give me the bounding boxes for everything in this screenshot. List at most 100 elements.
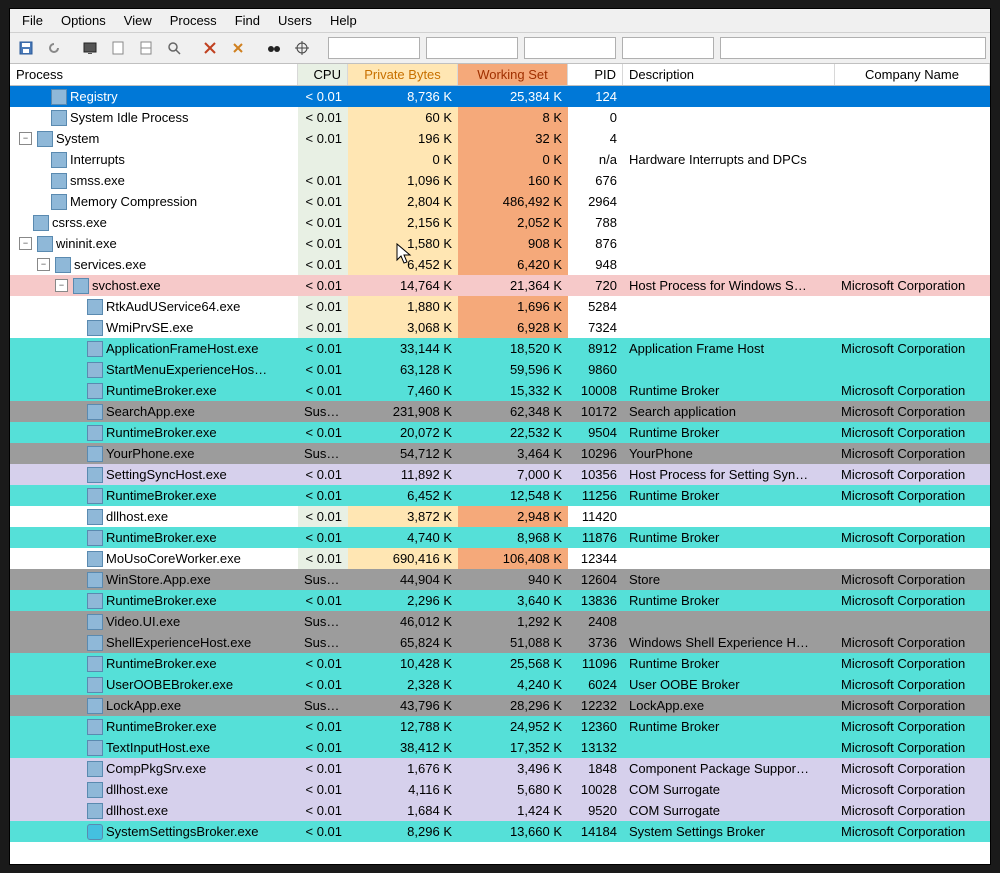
header-description[interactable]: Description [623, 64, 835, 85]
process-row[interactable]: WmiPrvSE.exe< 0.013,068 K6,928 K7324 [10, 317, 990, 338]
process-name-cell[interactable]: MoUsoCoreWorker.exe [10, 548, 298, 569]
process-row[interactable]: SearchApp.exeSusp…231,908 K62,348 K10172… [10, 401, 990, 422]
process-name-cell[interactable]: −wininit.exe [10, 233, 298, 254]
menu-file[interactable]: File [14, 11, 51, 30]
header-process[interactable]: Process [10, 64, 298, 85]
process-row[interactable]: −System< 0.01196 K32 K4 [10, 128, 990, 149]
process-tree[interactable]: Registry< 0.018,736 K25,384 K124System I… [10, 86, 990, 865]
sheet2-icon[interactable] [134, 36, 158, 60]
sheet-icon[interactable] [106, 36, 130, 60]
process-name-cell[interactable]: WinStore.App.exe [10, 569, 298, 590]
tree-toggle-icon[interactable]: − [37, 258, 50, 271]
refresh-icon[interactable] [42, 36, 66, 60]
kill-tree-icon[interactable] [226, 36, 250, 60]
process-row[interactable]: ShellExperienceHost.exeSusp…65,824 K51,0… [10, 632, 990, 653]
crosshair-icon[interactable] [290, 36, 314, 60]
process-row[interactable]: RuntimeBroker.exe< 0.0112,788 K24,952 K1… [10, 716, 990, 737]
process-row[interactable]: RuntimeBroker.exe< 0.014,740 K8,968 K118… [10, 527, 990, 548]
process-name-cell[interactable]: RuntimeBroker.exe [10, 422, 298, 443]
process-row[interactable]: Memory Compression< 0.012,804 K486,492 K… [10, 191, 990, 212]
system-info-icon[interactable] [78, 36, 102, 60]
process-row[interactable]: ApplicationFrameHost.exe< 0.0133,144 K18… [10, 338, 990, 359]
process-name-cell[interactable]: System Idle Process [10, 107, 298, 128]
header-private-bytes[interactable]: Private Bytes [348, 64, 458, 85]
process-name-cell[interactable]: dllhost.exe [10, 779, 298, 800]
tree-toggle-icon[interactable]: − [19, 132, 32, 145]
process-name-cell[interactable]: −System [10, 128, 298, 149]
process-name-cell[interactable]: LockApp.exe [10, 695, 298, 716]
tree-toggle-icon[interactable]: − [55, 279, 68, 292]
process-row[interactable]: Interrupts0 K0 Kn/aHardware Interrupts a… [10, 149, 990, 170]
process-row[interactable]: smss.exe< 0.011,096 K160 K676 [10, 170, 990, 191]
process-name-cell[interactable]: −svchost.exe [10, 275, 298, 296]
process-name-cell[interactable]: Registry [10, 86, 298, 107]
header-working-set[interactable]: Working Set [458, 64, 568, 85]
process-row[interactable]: csrss.exe< 0.012,156 K2,052 K788 [10, 212, 990, 233]
process-row[interactable]: UserOOBEBroker.exe< 0.012,328 K4,240 K60… [10, 674, 990, 695]
menu-find[interactable]: Find [227, 11, 268, 30]
header-cpu[interactable]: CPU [298, 64, 348, 85]
process-name-cell[interactable]: SettingSyncHost.exe [10, 464, 298, 485]
process-row[interactable]: −services.exe< 0.016,452 K6,420 K948 [10, 254, 990, 275]
process-name-cell[interactable]: smss.exe [10, 170, 298, 191]
process-name-cell[interactable]: RuntimeBroker.exe [10, 590, 298, 611]
process-name-cell[interactable]: −services.exe [10, 254, 298, 275]
process-name-cell[interactable]: dllhost.exe [10, 506, 298, 527]
kill-icon[interactable] [198, 36, 222, 60]
process-name-cell[interactable]: dllhost.exe [10, 800, 298, 821]
process-row[interactable]: WinStore.App.exeSusp…44,904 K940 K12604S… [10, 569, 990, 590]
process-name-cell[interactable]: Interrupts [10, 149, 298, 170]
process-name-cell[interactable]: Video.UI.exe [10, 611, 298, 632]
process-name-cell[interactable]: RuntimeBroker.exe [10, 485, 298, 506]
process-row[interactable]: MoUsoCoreWorker.exe< 0.01690,416 K106,40… [10, 548, 990, 569]
process-row[interactable]: SettingSyncHost.exe< 0.0111,892 K7,000 K… [10, 464, 990, 485]
process-name-cell[interactable]: ApplicationFrameHost.exe [10, 338, 298, 359]
process-name-cell[interactable]: TextInputHost.exe [10, 737, 298, 758]
process-row[interactable]: RtkAudUService64.exe< 0.011,880 K1,696 K… [10, 296, 990, 317]
process-row[interactable]: System Idle Process< 0.0160 K8 K0 [10, 107, 990, 128]
graph-box-1[interactable] [328, 37, 420, 59]
tree-toggle-icon[interactable]: − [19, 237, 32, 250]
process-name-cell[interactable]: UserOOBEBroker.exe [10, 674, 298, 695]
process-name-cell[interactable]: YourPhone.exe [10, 443, 298, 464]
process-row[interactable]: RuntimeBroker.exe< 0.016,452 K12,548 K11… [10, 485, 990, 506]
graph-box-2[interactable] [426, 37, 518, 59]
column-headers[interactable]: Process CPU Private Bytes Working Set PI… [10, 64, 990, 86]
process-name-cell[interactable]: SearchApp.exe [10, 401, 298, 422]
binoculars-icon[interactable] [262, 36, 286, 60]
process-name-cell[interactable]: WmiPrvSE.exe [10, 317, 298, 338]
menu-users[interactable]: Users [270, 11, 320, 30]
process-row[interactable]: TextInputHost.exe< 0.0138,412 K17,352 K1… [10, 737, 990, 758]
process-row[interactable]: YourPhone.exeSusp…54,712 K3,464 K10296Yo… [10, 443, 990, 464]
process-name-cell[interactable]: CompPkgSrv.exe [10, 758, 298, 779]
graph-box-5[interactable] [720, 37, 986, 59]
process-name-cell[interactable]: RuntimeBroker.exe [10, 380, 298, 401]
process-name-cell[interactable]: csrss.exe [10, 212, 298, 233]
graph-box-3[interactable] [524, 37, 616, 59]
process-row[interactable]: dllhost.exe< 0.013,872 K2,948 K11420 [10, 506, 990, 527]
process-row[interactable]: StartMenuExperienceHos…< 0.0163,128 K59,… [10, 359, 990, 380]
process-row[interactable]: RuntimeBroker.exe< 0.012,296 K3,640 K138… [10, 590, 990, 611]
header-company[interactable]: Company Name [835, 64, 990, 85]
menu-process[interactable]: Process [162, 11, 225, 30]
process-row[interactable]: RuntimeBroker.exe< 0.0120,072 K22,532 K9… [10, 422, 990, 443]
menu-help[interactable]: Help [322, 11, 365, 30]
process-row[interactable]: Registry< 0.018,736 K25,384 K124 [10, 86, 990, 107]
process-name-cell[interactable]: RuntimeBroker.exe [10, 653, 298, 674]
process-row[interactable]: −wininit.exe< 0.011,580 K908 K876 [10, 233, 990, 254]
process-row[interactable]: Video.UI.exeSusp…46,012 K1,292 K2408 [10, 611, 990, 632]
process-row[interactable]: RuntimeBroker.exe< 0.017,460 K15,332 K10… [10, 380, 990, 401]
menu-options[interactable]: Options [53, 11, 114, 30]
process-name-cell[interactable]: StartMenuExperienceHos… [10, 359, 298, 380]
menu-view[interactable]: View [116, 11, 160, 30]
process-name-cell[interactable]: RtkAudUService64.exe [10, 296, 298, 317]
process-row[interactable]: dllhost.exe< 0.014,116 K5,680 K10028COM … [10, 779, 990, 800]
process-row[interactable]: RuntimeBroker.exe< 0.0110,428 K25,568 K1… [10, 653, 990, 674]
process-name-cell[interactable]: SystemSettingsBroker.exe [10, 821, 298, 842]
process-row[interactable]: dllhost.exe< 0.011,684 K1,424 K9520COM S… [10, 800, 990, 821]
process-row[interactable]: −svchost.exe< 0.0114,764 K21,364 K720Hos… [10, 275, 990, 296]
process-row[interactable]: LockApp.exeSusp…43,796 K28,296 K12232Loc… [10, 695, 990, 716]
process-row[interactable]: CompPkgSrv.exe< 0.011,676 K3,496 K1848Co… [10, 758, 990, 779]
graph-box-4[interactable] [622, 37, 714, 59]
header-pid[interactable]: PID [568, 64, 623, 85]
